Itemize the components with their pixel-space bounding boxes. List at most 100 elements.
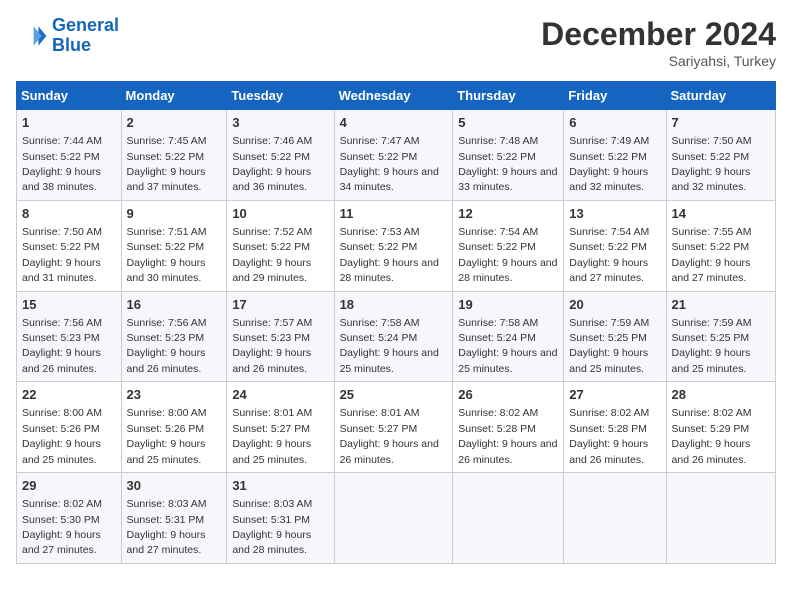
day-cell: 1 Sunrise: 7:44 AMSunset: 5:22 PMDayligh… [17,110,122,201]
day-cell: 26 Sunrise: 8:02 AMSunset: 5:28 PMDaylig… [453,382,564,473]
day-detail: Sunrise: 7:50 AMSunset: 5:22 PMDaylight:… [22,226,102,284]
day-number: 31 [232,477,328,495]
day-detail: Sunrise: 8:02 AMSunset: 5:30 PMDaylight:… [22,498,102,556]
day-cell: 22 Sunrise: 8:00 AMSunset: 5:26 PMDaylig… [17,382,122,473]
day-detail: Sunrise: 8:01 AMSunset: 5:27 PMDaylight:… [340,407,439,465]
day-detail: Sunrise: 7:52 AMSunset: 5:22 PMDaylight:… [232,226,312,284]
day-cell: 27 Sunrise: 8:02 AMSunset: 5:28 PMDaylig… [564,382,666,473]
week-row-3: 15 Sunrise: 7:56 AMSunset: 5:23 PMDaylig… [17,291,776,382]
day-cell: 9 Sunrise: 7:51 AMSunset: 5:22 PMDayligh… [121,200,227,291]
day-detail: Sunrise: 8:02 AMSunset: 5:28 PMDaylight:… [458,407,557,465]
day-detail: Sunrise: 7:57 AMSunset: 5:23 PMDaylight:… [232,317,312,375]
day-detail: Sunrise: 7:51 AMSunset: 5:22 PMDaylight:… [127,226,207,284]
day-cell: 20 Sunrise: 7:59 AMSunset: 5:25 PMDaylig… [564,291,666,382]
day-detail: Sunrise: 8:00 AMSunset: 5:26 PMDaylight:… [127,407,207,465]
column-header-friday: Friday [564,82,666,110]
day-number: 28 [672,386,770,404]
title-block: December 2024 Sariyahsi, Turkey [541,16,776,69]
day-detail: Sunrise: 7:54 AMSunset: 5:22 PMDaylight:… [458,226,557,284]
column-header-thursday: Thursday [453,82,564,110]
day-cell: 31 Sunrise: 8:03 AMSunset: 5:31 PMDaylig… [227,473,334,564]
day-cell [666,473,775,564]
column-header-tuesday: Tuesday [227,82,334,110]
day-cell: 7 Sunrise: 7:50 AMSunset: 5:22 PMDayligh… [666,110,775,201]
logo-text: General Blue [52,16,119,56]
day-cell: 17 Sunrise: 7:57 AMSunset: 5:23 PMDaylig… [227,291,334,382]
day-number: 10 [232,205,328,223]
page-header: General Blue December 2024 Sariyahsi, Tu… [16,16,776,69]
day-cell: 21 Sunrise: 7:59 AMSunset: 5:25 PMDaylig… [666,291,775,382]
day-detail: Sunrise: 8:00 AMSunset: 5:26 PMDaylight:… [22,407,102,465]
day-detail: Sunrise: 7:50 AMSunset: 5:22 PMDaylight:… [672,135,752,193]
day-cell: 24 Sunrise: 8:01 AMSunset: 5:27 PMDaylig… [227,382,334,473]
day-cell: 16 Sunrise: 7:56 AMSunset: 5:23 PMDaylig… [121,291,227,382]
day-number: 6 [569,114,660,132]
day-number: 11 [340,205,448,223]
day-number: 26 [458,386,558,404]
header-row: SundayMondayTuesdayWednesdayThursdayFrid… [17,82,776,110]
day-cell: 15 Sunrise: 7:56 AMSunset: 5:23 PMDaylig… [17,291,122,382]
column-header-saturday: Saturday [666,82,775,110]
day-detail: Sunrise: 7:59 AMSunset: 5:25 PMDaylight:… [672,317,752,375]
column-header-sunday: Sunday [17,82,122,110]
day-number: 3 [232,114,328,132]
day-cell: 12 Sunrise: 7:54 AMSunset: 5:22 PMDaylig… [453,200,564,291]
location-subtitle: Sariyahsi, Turkey [541,53,776,69]
logo: General Blue [16,16,119,56]
day-detail: Sunrise: 7:56 AMSunset: 5:23 PMDaylight:… [22,317,102,375]
day-cell: 23 Sunrise: 8:00 AMSunset: 5:26 PMDaylig… [121,382,227,473]
day-detail: Sunrise: 7:46 AMSunset: 5:22 PMDaylight:… [232,135,312,193]
day-detail: Sunrise: 7:47 AMSunset: 5:22 PMDaylight:… [340,135,439,193]
day-number: 14 [672,205,770,223]
day-detail: Sunrise: 7:49 AMSunset: 5:22 PMDaylight:… [569,135,649,193]
day-cell: 10 Sunrise: 7:52 AMSunset: 5:22 PMDaylig… [227,200,334,291]
day-number: 4 [340,114,448,132]
day-detail: Sunrise: 8:02 AMSunset: 5:29 PMDaylight:… [672,407,752,465]
day-number: 23 [127,386,222,404]
day-cell: 2 Sunrise: 7:45 AMSunset: 5:22 PMDayligh… [121,110,227,201]
day-number: 20 [569,296,660,314]
day-number: 25 [340,386,448,404]
day-cell [334,473,453,564]
column-header-wednesday: Wednesday [334,82,453,110]
day-detail: Sunrise: 7:58 AMSunset: 5:24 PMDaylight:… [458,317,557,375]
day-number: 15 [22,296,116,314]
day-detail: Sunrise: 7:44 AMSunset: 5:22 PMDaylight:… [22,135,102,193]
day-cell: 8 Sunrise: 7:50 AMSunset: 5:22 PMDayligh… [17,200,122,291]
day-number: 2 [127,114,222,132]
day-number: 29 [22,477,116,495]
day-detail: Sunrise: 8:03 AMSunset: 5:31 PMDaylight:… [232,498,312,556]
day-cell: 29 Sunrise: 8:02 AMSunset: 5:30 PMDaylig… [17,473,122,564]
day-detail: Sunrise: 8:03 AMSunset: 5:31 PMDaylight:… [127,498,207,556]
day-cell: 28 Sunrise: 8:02 AMSunset: 5:29 PMDaylig… [666,382,775,473]
column-header-monday: Monday [121,82,227,110]
day-cell [564,473,666,564]
day-detail: Sunrise: 7:53 AMSunset: 5:22 PMDaylight:… [340,226,439,284]
day-detail: Sunrise: 7:59 AMSunset: 5:25 PMDaylight:… [569,317,649,375]
day-number: 21 [672,296,770,314]
day-detail: Sunrise: 7:54 AMSunset: 5:22 PMDaylight:… [569,226,649,284]
day-cell: 11 Sunrise: 7:53 AMSunset: 5:22 PMDaylig… [334,200,453,291]
day-number: 8 [22,205,116,223]
day-detail: Sunrise: 7:56 AMSunset: 5:23 PMDaylight:… [127,317,207,375]
day-cell: 4 Sunrise: 7:47 AMSunset: 5:22 PMDayligh… [334,110,453,201]
day-number: 24 [232,386,328,404]
calendar-table: SundayMondayTuesdayWednesdayThursdayFrid… [16,81,776,564]
day-detail: Sunrise: 7:45 AMSunset: 5:22 PMDaylight:… [127,135,207,193]
day-detail: Sunrise: 7:48 AMSunset: 5:22 PMDaylight:… [458,135,557,193]
day-cell [453,473,564,564]
day-number: 1 [22,114,116,132]
month-title: December 2024 [541,16,776,53]
day-number: 19 [458,296,558,314]
day-number: 16 [127,296,222,314]
day-number: 30 [127,477,222,495]
day-number: 13 [569,205,660,223]
day-detail: Sunrise: 7:55 AMSunset: 5:22 PMDaylight:… [672,226,752,284]
day-cell: 19 Sunrise: 7:58 AMSunset: 5:24 PMDaylig… [453,291,564,382]
day-detail: Sunrise: 8:01 AMSunset: 5:27 PMDaylight:… [232,407,312,465]
day-cell: 18 Sunrise: 7:58 AMSunset: 5:24 PMDaylig… [334,291,453,382]
day-number: 9 [127,205,222,223]
day-number: 7 [672,114,770,132]
day-cell: 13 Sunrise: 7:54 AMSunset: 5:22 PMDaylig… [564,200,666,291]
day-cell: 25 Sunrise: 8:01 AMSunset: 5:27 PMDaylig… [334,382,453,473]
